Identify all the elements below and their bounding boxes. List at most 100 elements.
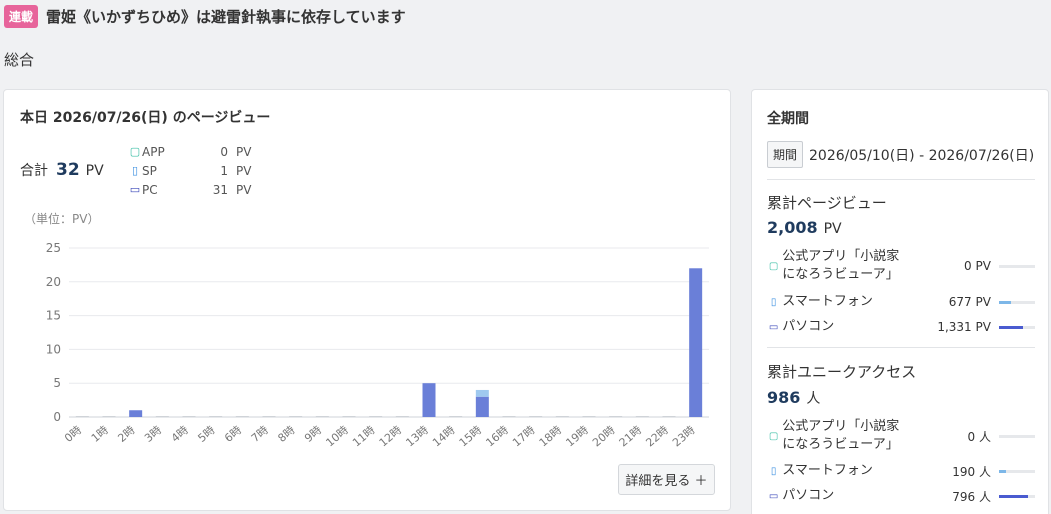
stat-row-value: 796 人: [952, 489, 991, 504]
bar: [475, 389, 489, 397]
today-title: 本日 2026/07/26(日) のページビュー: [20, 110, 271, 126]
share-bar-fill: [998, 300, 1012, 304]
x-tick-label: 10時: [323, 423, 351, 449]
stat-row-value: 0 人: [967, 429, 991, 444]
ua-total-unit: 人: [806, 391, 821, 407]
breakdown-row-pc: ▭ PC 31 PV: [128, 180, 252, 199]
breakdown-label: APP: [142, 144, 165, 159]
x-tick-label: 2時: [115, 423, 137, 445]
smartphone-icon: ▯: [770, 296, 777, 308]
breakdown-value: 1: [220, 163, 228, 178]
stat-row-value: 190 人: [952, 464, 991, 479]
stat-row: ▢ 公式アプリ「小説家になろうビューア」 0 PV: [767, 248, 1035, 284]
share-bar: [998, 300, 1035, 304]
share-bar: [998, 325, 1035, 329]
breakdown-label: PC: [142, 182, 158, 197]
device-breakdown: ▢ APP 0 PV ▯ SP 1 PV ▭ PC 31 PV: [128, 142, 252, 199]
bar: [475, 396, 489, 417]
stat-row-label: スマートフォン: [782, 294, 873, 309]
bar: [609, 416, 623, 417]
stat-row: ▯ スマートフォン 677 PV: [767, 293, 1035, 311]
all-time-card: 全期間 期間 2026/05/10(日) - 2026/07/26(日) 累計ペ…: [751, 89, 1049, 514]
bar: [209, 416, 223, 417]
breakdown-label: SP: [142, 163, 157, 178]
breakdown-unit: PV: [236, 163, 252, 178]
x-tick-label: 6時: [222, 423, 244, 445]
serial-badge: 連載: [4, 5, 39, 28]
unit-note: （単位：PV）: [24, 212, 100, 226]
bar: [155, 416, 169, 417]
bar: [635, 416, 649, 417]
breakdown-value: 31: [212, 182, 228, 197]
bar: [129, 410, 143, 417]
total-unit: PV: [85, 163, 104, 179]
x-tick-label: 3時: [142, 423, 164, 445]
stat-row-label: パソコン: [782, 319, 835, 334]
bar: [582, 416, 596, 417]
breakdown-unit: PV: [236, 144, 252, 159]
pv-stat-total: 2,008 PV: [767, 218, 842, 237]
x-tick-label: 13時: [403, 423, 431, 449]
smartphone-icon: ▯: [770, 465, 777, 477]
ua-total-value: 986: [767, 388, 801, 407]
total-label: 合計: [20, 163, 48, 179]
share-bar-fill: [998, 469, 1006, 473]
all-time-title: 全期間: [767, 111, 809, 127]
y-tick-label: 5: [53, 376, 61, 390]
y-tick-label: 20: [46, 275, 61, 289]
breakdown-row-app: ▢ APP 0 PV: [128, 142, 252, 161]
pv-total-unit: PV: [823, 221, 842, 237]
section-label: 総合: [4, 51, 35, 69]
hourly-pageview-chart: 05101520250時 1時 2時 3時 4時 5時 6時 7時 8時 9時 10時 11時 12時 1…: [46, 241, 709, 449]
share-bar-fill: [998, 325, 1023, 329]
y-tick-label: 0: [53, 410, 61, 424]
x-tick-label: 20時: [590, 423, 618, 449]
bar: [182, 416, 196, 417]
pc-icon: ▭: [129, 183, 141, 196]
smartphone-icon: ▯: [131, 164, 139, 177]
bar: [529, 416, 543, 417]
pc-icon: ▭: [768, 490, 779, 502]
share-bar-fill: [998, 494, 1029, 498]
detail-button[interactable]: 詳細を見る ＋: [618, 464, 715, 495]
novel-title[interactable]: 雷姫《いかずちひめ》は避雷針執事に依存しています: [46, 6, 406, 27]
pc-icon: ▭: [768, 321, 779, 333]
x-tick-label: 1時: [89, 423, 111, 445]
app-icon: ▢: [768, 430, 779, 442]
x-tick-label: 7時: [249, 423, 271, 445]
share-bar: [998, 264, 1035, 268]
bar: [235, 416, 249, 417]
x-tick-label: 5時: [195, 423, 217, 445]
stat-row: ▢ 公式アプリ「小説家になろうビューア」 0 人: [767, 418, 1035, 454]
x-tick-label: 11時: [350, 423, 378, 449]
breakdown-value: 0: [220, 144, 228, 159]
share-bar: [998, 469, 1035, 473]
x-tick-label: 4時: [169, 423, 191, 445]
ua-stat-total: 986 人: [767, 388, 820, 408]
pv-stat-title: 累計ページビュー: [767, 194, 887, 212]
total-value: 32: [56, 160, 80, 180]
today-pageview-card: 本日 2026/07/26(日) のページビュー 合計 32 PV ▢ APP …: [3, 89, 731, 511]
breakdown-row-sp: ▯ SP 1 PV: [128, 161, 251, 180]
stat-row-label: 公式アプリ「小説家になろうビューア」: [782, 419, 900, 452]
y-tick-label: 10: [46, 342, 61, 356]
pv-total-value: 2,008: [767, 218, 818, 237]
x-tick-label: 9時: [302, 423, 324, 445]
stat-row-label: スマートフォン: [782, 463, 873, 478]
period-range: 2026/05/10(日) - 2026/07/26(日): [809, 147, 1035, 164]
bar: [662, 416, 676, 417]
bar: [342, 416, 356, 417]
today-total: 合計 32 PV: [20, 160, 104, 180]
stat-row: ▭ パソコン 1,331 PV: [767, 318, 1035, 336]
x-tick-label: 17時: [510, 423, 538, 449]
x-tick-label: 0時: [62, 423, 84, 445]
bar: [395, 416, 409, 417]
x-tick-label: 16時: [483, 423, 511, 449]
stat-row-label: パソコン: [782, 488, 835, 503]
ua-stat-title: 累計ユニークアクセス: [767, 363, 917, 381]
x-tick-label: 14時: [430, 423, 458, 449]
divider: [767, 179, 1035, 180]
x-tick-label: 8時: [275, 423, 297, 445]
x-tick-label: 23時: [670, 423, 698, 449]
bar: [75, 416, 89, 417]
